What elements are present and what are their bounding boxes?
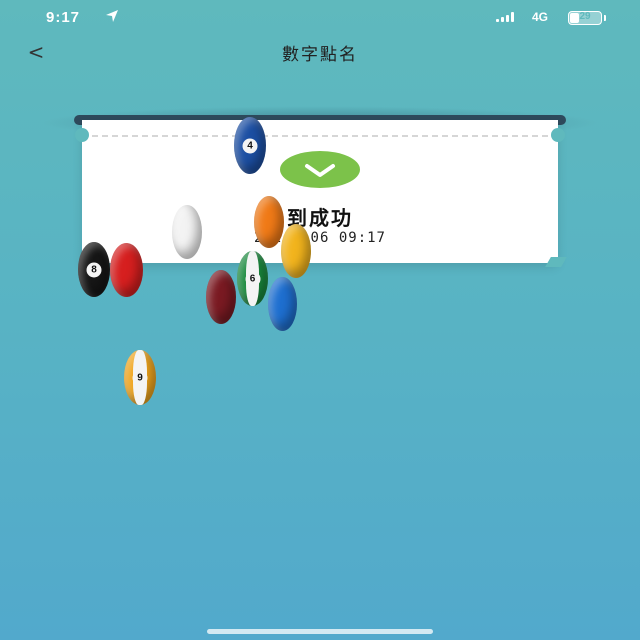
battery-level: 29 — [579, 11, 591, 22]
billiard-ball — [254, 196, 284, 248]
billiard-ball: 8 — [78, 242, 110, 297]
success-timestamp: 202 6-06 09:17 — [253, 230, 386, 246]
ball-number: 8 — [86, 262, 102, 277]
status-bar: 9:17 4G 29 — [0, 0, 640, 38]
ticket-fold — [545, 257, 567, 267]
home-indicator[interactable] — [207, 629, 433, 634]
network-type: 4G — [532, 10, 549, 24]
ball-number: 9 — [132, 370, 148, 385]
billiard-ball — [172, 205, 202, 259]
page-title: 數字點名 — [282, 45, 358, 65]
ball-number: 4 — [242, 138, 258, 153]
billiard-ball: 4 — [234, 117, 266, 174]
ticket-notch-left — [75, 128, 89, 142]
battery-icon: 29 — [568, 11, 602, 25]
ball-number: 6 — [245, 271, 260, 286]
success-badge — [280, 151, 360, 188]
location-arrow-icon — [106, 10, 118, 22]
result-ticket: 到成功 202 6-06 09:17 — [75, 120, 567, 267]
billiard-ball — [268, 277, 297, 331]
billiard-ball — [110, 243, 143, 297]
battery-tip — [604, 15, 606, 21]
check-icon — [305, 163, 335, 177]
billiard-ball: 6 — [237, 251, 268, 306]
success-message: 到成功 — [287, 206, 353, 230]
billiard-ball — [206, 270, 236, 324]
ticket-notch-right — [551, 128, 565, 142]
signal-icon — [496, 12, 514, 22]
billiard-ball — [281, 224, 311, 278]
billiard-ball: 9 — [124, 350, 156, 405]
status-time: 9:17 — [46, 9, 81, 26]
ticket-tear-line — [92, 135, 548, 137]
